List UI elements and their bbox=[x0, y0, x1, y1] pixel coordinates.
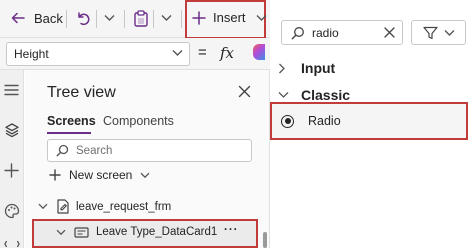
new-screen-label: New screen bbox=[69, 168, 133, 182]
property-dropdown[interactable]: Height bbox=[6, 42, 190, 66]
back-label: Back bbox=[34, 10, 63, 26]
toolbar-divider bbox=[181, 10, 182, 28]
equals-sign: = bbox=[198, 44, 207, 61]
tree-view-title: Tree view bbox=[47, 84, 116, 101]
filter-icon bbox=[422, 26, 438, 39]
tree-node-datacard-content[interactable]: Leave Type_DataCard1 ··· bbox=[56, 224, 238, 238]
search-icon bbox=[56, 144, 69, 157]
form-icon bbox=[57, 199, 69, 214]
layers-icon[interactable] bbox=[4, 122, 20, 138]
back-arrow-icon bbox=[11, 12, 25, 24]
toolbar-divider bbox=[96, 10, 97, 28]
toolbar-divider bbox=[124, 10, 125, 28]
formula-bar: Height = fx bbox=[0, 38, 270, 70]
undo-button[interactable] bbox=[75, 10, 90, 26]
insert-search-value: radio bbox=[312, 25, 339, 40]
property-value: Height bbox=[14, 47, 49, 61]
category-input[interactable]: Input bbox=[278, 60, 335, 76]
chevron-down-icon bbox=[140, 172, 150, 178]
fx-icon[interactable]: fx bbox=[220, 44, 234, 62]
toolbar-divider bbox=[66, 10, 67, 28]
tree-node-label: Leave Type_DataCard1 bbox=[96, 226, 218, 238]
chevron-down-icon[interactable] bbox=[56, 229, 66, 236]
copilot-icon[interactable] bbox=[253, 44, 265, 60]
undo-icon bbox=[78, 12, 90, 25]
chevron-down-icon[interactable] bbox=[38, 203, 48, 210]
active-tab-indicator bbox=[47, 132, 91, 134]
toolbar-divider bbox=[153, 10, 154, 28]
left-rail bbox=[0, 70, 24, 248]
plus-icon bbox=[192, 10, 206, 25]
chevron-down-icon bbox=[161, 15, 172, 21]
insert-panel: radio Input Classic Radio bbox=[270, 0, 474, 248]
undo-dropdown-button[interactable] bbox=[104, 14, 115, 22]
category-classic[interactable]: Classic bbox=[278, 87, 350, 103]
tab-components[interactable]: Components bbox=[103, 114, 174, 128]
tree-node-label: leave_request_frm bbox=[76, 200, 172, 213]
radio-icon bbox=[281, 114, 294, 128]
insert-search-input[interactable]: radio bbox=[281, 20, 403, 45]
plus-icon[interactable] bbox=[4, 163, 19, 178]
insert-item-label: Radio bbox=[308, 114, 341, 128]
tree-node-form[interactable]: leave_request_frm bbox=[38, 199, 171, 214]
tab-screens[interactable]: Screens bbox=[47, 114, 96, 128]
insert-label: Insert bbox=[213, 10, 246, 25]
filter-button[interactable] bbox=[411, 20, 466, 45]
scrollbar[interactable] bbox=[263, 232, 267, 248]
hamburger-icon[interactable] bbox=[4, 84, 19, 96]
insert-item-radio[interactable]: Radio bbox=[270, 102, 468, 140]
chevron-down-icon bbox=[256, 14, 267, 21]
close-icon[interactable] bbox=[238, 85, 251, 98]
close-icon[interactable] bbox=[384, 27, 395, 38]
chevron-right-icon bbox=[279, 63, 285, 73]
palette-icon[interactable] bbox=[4, 203, 20, 219]
back-button[interactable]: Back bbox=[10, 10, 63, 26]
chevron-down-icon bbox=[444, 29, 454, 36]
more-options-icon[interactable]: ··· bbox=[224, 224, 239, 236]
variables-icon[interactable] bbox=[4, 240, 20, 248]
tree-search-placeholder: Search bbox=[76, 144, 113, 157]
command-bar: Back Insert bbox=[0, 0, 270, 39]
plus-icon bbox=[49, 169, 61, 181]
category-label: Classic bbox=[301, 87, 351, 103]
insert-button[interactable]: Insert bbox=[192, 10, 267, 25]
paste-button[interactable] bbox=[134, 10, 148, 27]
chevron-down-icon bbox=[278, 92, 289, 98]
tree-search-input[interactable]: Search bbox=[47, 139, 252, 162]
search-icon bbox=[291, 27, 304, 40]
clipboard-icon bbox=[134, 10, 148, 27]
category-label: Input bbox=[301, 60, 336, 76]
chevron-down-icon bbox=[104, 15, 115, 21]
card-icon bbox=[74, 226, 89, 238]
new-screen-button[interactable]: New screen bbox=[49, 168, 150, 182]
chevron-down-icon bbox=[172, 50, 183, 56]
paste-dropdown-button[interactable] bbox=[161, 14, 172, 22]
